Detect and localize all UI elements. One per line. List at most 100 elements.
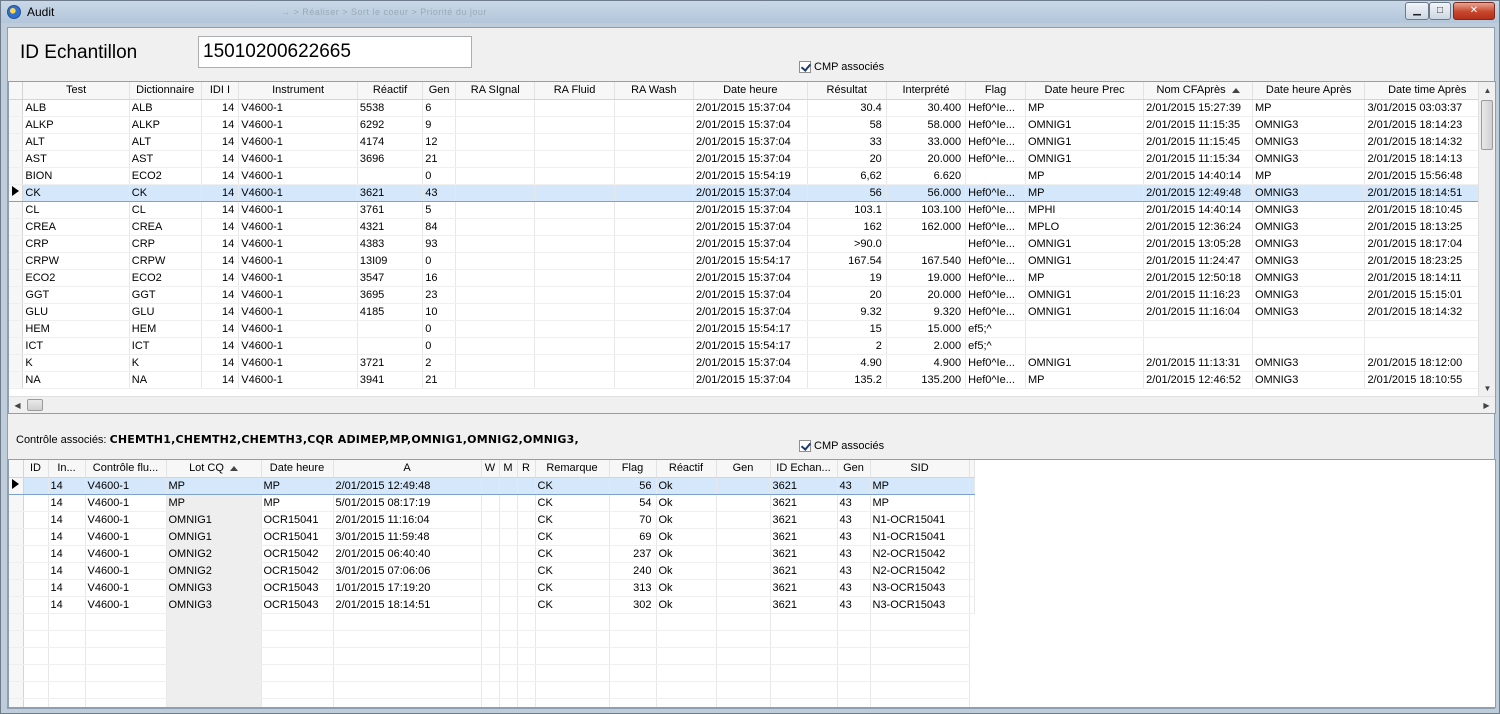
tests-grid-cell-date-heure-prec[interactable]: MP [1025,167,1145,185]
tests-grid-cell-date-heure[interactable]: 2/01/2015 15:54:17 [693,337,808,355]
tests-grid-cell-reactif[interactable]: 5538 [357,99,424,117]
controls-grid[interactable]: ID In... Contrôle flu... Lot CQ Date heure A W… [8,459,1496,708]
tests-grid-cell-dictionnaire[interactable]: CK [129,183,202,202]
controls-grid-cell-remarque[interactable]: CK [535,579,610,597]
tests-grid-cell-resultat[interactable]: 2 [807,337,887,355]
tests-grid-cell-date-time-apres[interactable]: 2/01/2015 18:14:11 [1364,269,1490,287]
tests-grid-cell-date-heure-prec[interactable] [1025,337,1145,355]
tests-grid-cell-resultat[interactable]: 103.1 [807,201,887,219]
controls-grid-column-header-id-echan[interactable]: ID Echan... [770,460,838,478]
controls-grid-cell-id[interactable] [23,494,49,512]
controls-grid-cell-gen[interactable] [716,545,771,563]
tests-grid-cell-gen[interactable]: 9 [422,116,457,134]
tests-grid-cell-interprete[interactable]: 4.900 [886,354,967,372]
controls-grid-cell-a[interactable]: 2/01/2015 11:16:04 [333,511,482,529]
table-row[interactable]: GGT GGT 14 V4600-1 3695 23 2/01/2015 15:37:04 2… [9,286,1495,304]
table-row[interactable]: ALT ALT 14 V4600-1 4174 12 2/01/2015 15:37:04 3… [9,133,1495,151]
tests-grid-cell-reactif[interactable]: 4321 [357,218,424,236]
controls-grid-cell-a[interactable]: 5/01/2015 08:17:19 [333,494,482,512]
tests-grid-cell-idi-i[interactable]: 14 [201,183,240,202]
tests-grid-cell-ra-fluid[interactable] [534,218,615,236]
tests-grid-cell-idi-i[interactable]: 14 [201,371,240,389]
controls-grid-cell-id-echan[interactable]: 3621 [770,528,838,546]
tests-grid-cell-instrument[interactable]: V4600-1 [238,337,358,355]
tests-grid-cell-flag[interactable]: Hef0^Ie... [965,218,1026,236]
tests-grid-cell-gen[interactable]: 93 [422,235,457,253]
tests-grid-cell-date-time-apres[interactable]: 2/01/2015 18:14:13 [1364,150,1490,168]
tests-grid-cell-flag[interactable]: Hef0^Ie... [965,252,1026,270]
controls-grid-cell-remarque[interactable]: CK [535,511,610,529]
table-row[interactable]: GLU GLU 14 V4600-1 4185 10 2/01/2015 15:37:04 9… [9,303,1495,321]
tests-grid-cell-dictionnaire[interactable]: CREA [129,218,202,236]
controls-grid-cell-in[interactable]: 14 [48,596,86,614]
controls-grid-cell-gen[interactable] [716,528,771,546]
controls-grid-cell-reactif[interactable]: Ok [656,596,717,614]
tests-grid-cell-instrument[interactable]: V4600-1 [238,269,358,287]
controls-grid-cell-in[interactable]: 14 [48,494,86,512]
tests-grid-cell-date-heure[interactable]: 2/01/2015 15:37:04 [693,303,808,321]
row-indicator[interactable] [9,218,24,236]
tests-grid-cell-interprete[interactable]: 33.000 [886,133,967,151]
controls-grid-cell-gen[interactable] [716,476,771,495]
controls-grid-cell-reactif[interactable]: Ok [656,579,717,597]
tests-grid-cell-idi-i[interactable]: 14 [201,133,240,151]
controls-grid-cell-controle-flu[interactable]: V4600-1 [85,528,167,546]
tests-grid-cell-test[interactable]: HEM [22,320,130,338]
controls-grid-cell-sid[interactable]: N2-OCR15042 [870,562,970,580]
tests-grid-cell-interprete[interactable]: 103.100 [886,201,967,219]
controls-grid-cell-sid[interactable]: N3-OCR15043 [870,596,970,614]
tests-grid-cell-ra-signal[interactable] [455,99,536,117]
maximize-button[interactable]: □ [1429,2,1451,20]
controls-grid-cell-id-echan[interactable]: 3621 [770,596,838,614]
tests-grid-cell-ra-wash[interactable] [614,269,694,287]
row-indicator[interactable] [9,183,24,202]
tests-grid-cell-test[interactable]: CRPW [22,252,130,270]
tests-grid-cell-instrument[interactable]: V4600-1 [238,235,358,253]
tests-grid-cell-date-time-apres[interactable]: 2/01/2015 18:14:32 [1364,303,1490,321]
tests-grid-cell-resultat[interactable]: 135.2 [807,371,887,389]
tests-grid-cell-nom-cfapres[interactable]: 2/01/2015 13:05:28 [1143,235,1253,253]
tests-grid-cell-nom-cfapres[interactable]: 2/01/2015 14:40:14 [1143,167,1253,185]
table-row[interactable]: CRP CRP 14 V4600-1 4383 93 2/01/2015 15:37:04 >… [9,235,1495,253]
tests-grid-cell-test[interactable]: GLU [22,303,130,321]
tests-grid-cell-dictionnaire[interactable]: CL [129,201,202,219]
controls-grid-cell-w[interactable] [481,511,500,529]
tests-grid-cell-date-time-apres[interactable]: 2/01/2015 18:13:25 [1364,218,1490,236]
tests-grid-cell-ra-fluid[interactable] [534,133,615,151]
tests-grid-cell-interprete[interactable]: 15.000 [886,320,967,338]
tests-grid-cell-idi-i[interactable]: 14 [201,116,240,134]
tests-grid-cell-ra-wash[interactable] [614,252,694,270]
controls-grid-cell-id[interactable] [23,528,49,546]
tests-grid-cell-test[interactable]: ICT [22,337,130,355]
controls-grid-cell-date-heure[interactable]: OCR15043 [261,596,334,614]
tests-grid-cell-date-heure-apres[interactable]: OMNIG3 [1252,150,1366,168]
tests-grid-cell-instrument[interactable]: V4600-1 [238,218,358,236]
controls-grid-column-header-w[interactable]: W [481,460,500,478]
tests-grid-cell-date-time-apres[interactable]: 2/01/2015 18:10:45 [1364,201,1490,219]
controls-grid-cell-id-echan[interactable]: 3621 [770,562,838,580]
tests-grid-cell-date-heure[interactable]: 2/01/2015 15:37:04 [693,150,808,168]
controls-grid-column-header-id[interactable]: ID [23,460,49,478]
controls-grid-cell-id[interactable] [23,511,49,529]
tests-grid-cell-gen[interactable]: 21 [422,150,457,168]
tests-grid-cell-dictionnaire[interactable]: AST [129,150,202,168]
controls-grid-cell-m[interactable] [499,596,518,614]
tests-grid-cell-instrument[interactable]: V4600-1 [238,354,358,372]
tests-grid-cell-flag[interactable]: Hef0^Ie... [965,116,1026,134]
table-row[interactable]: HEM HEM 14 V4600-1 0 2/01/2015 15:54:17 15 15.0… [9,320,1495,338]
tests-grid-column-header-dictionnaire[interactable]: Dictionnaire [129,82,202,100]
controls-grid-cell-id[interactable] [23,476,49,495]
tests-grid-cell-test[interactable]: CRP [22,235,130,253]
tests-grid-column-header-date-heure-prec[interactable]: Date heure Prec [1025,82,1145,100]
tests-grid-cell-resultat[interactable]: 4.90 [807,354,887,372]
tests-grid-cell-interprete[interactable]: 135.200 [886,371,967,389]
tests-grid-cell-interprete[interactable]: 9.320 [886,303,967,321]
controls-grid-cell-gen[interactable]: 43 [837,562,871,580]
controls-grid-cell-flag[interactable]: 240 [609,562,657,580]
tests-grid-cell-resultat[interactable]: 33 [807,133,887,151]
tests-grid-cell-nom-cfapres[interactable] [1143,320,1253,338]
row-indicator[interactable] [9,579,24,597]
tests-grid-cell-dictionnaire[interactable]: GGT [129,286,202,304]
row-indicator[interactable] [9,562,24,580]
controls-grid-column-header-gen[interactable]: Gen [716,460,771,478]
